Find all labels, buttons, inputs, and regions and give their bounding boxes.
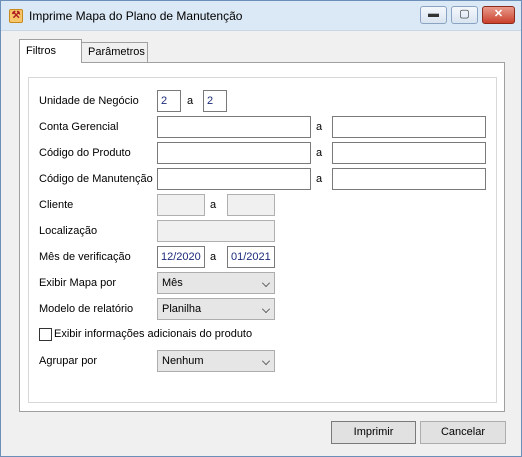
agrupar-select[interactable]: Nenhum bbox=[157, 350, 275, 372]
imprimir-button[interactable]: Imprimir bbox=[331, 421, 416, 444]
filter-group: Unidade de Negócio 2 a 2 Conta Gerencial… bbox=[28, 77, 497, 403]
cliente-from-input[interactable] bbox=[157, 194, 205, 216]
produto-label: Código do Produto bbox=[39, 147, 131, 159]
chevron-down-icon bbox=[262, 357, 270, 365]
cancelar-button[interactable]: Cancelar bbox=[420, 421, 506, 444]
conta-to-input[interactable] bbox=[332, 116, 486, 138]
cliente-label: Cliente bbox=[39, 199, 74, 211]
modelo-select[interactable]: Planilha bbox=[157, 298, 275, 320]
chevron-down-icon bbox=[262, 305, 270, 313]
agrupar-label: Agrupar por bbox=[39, 355, 98, 367]
exibir-mapa-select[interactable]: Mês bbox=[157, 272, 275, 294]
produto-to-input[interactable] bbox=[332, 142, 486, 164]
cliente-to-input[interactable] bbox=[227, 194, 275, 216]
unidade-from-input[interactable]: 2 bbox=[157, 90, 181, 112]
conta-sep: a bbox=[316, 121, 323, 133]
conta-label: Conta Gerencial bbox=[39, 121, 119, 133]
close-button[interactable]: ✕ bbox=[482, 6, 515, 24]
tab-panel: Unidade de Negócio 2 a 2 Conta Gerencial… bbox=[19, 62, 505, 412]
minimize-button[interactable]: ▬ bbox=[420, 6, 447, 24]
dialog-window: ⚒ Imprime Mapa do Plano de Manutenção ▬ … bbox=[0, 0, 522, 457]
unidade-to-input[interactable]: 2 bbox=[203, 90, 227, 112]
exibir-mapa-value: Mês bbox=[162, 277, 183, 289]
tab-parametros[interactable]: Parâmetros bbox=[81, 42, 148, 62]
agrupar-value: Nenhum bbox=[162, 355, 204, 367]
unidade-label: Unidade de Negócio bbox=[39, 95, 139, 107]
tab-filtros[interactable]: Filtros bbox=[19, 39, 82, 63]
exibir-mapa-label: Exibir Mapa por bbox=[39, 277, 117, 289]
mes-from-input[interactable]: 12/2020 bbox=[157, 246, 205, 268]
chevron-down-icon bbox=[262, 279, 270, 287]
manutencao-to-input[interactable] bbox=[332, 168, 486, 190]
localizacao-label: Localização bbox=[39, 225, 98, 237]
conta-from-input[interactable] bbox=[157, 116, 311, 138]
cliente-sep: a bbox=[210, 199, 217, 211]
produto-from-input[interactable] bbox=[157, 142, 311, 164]
mes-label: Mês de verificação bbox=[39, 251, 131, 263]
unidade-sep: a bbox=[187, 95, 194, 107]
mes-to-input[interactable]: 01/2021 bbox=[227, 246, 275, 268]
modelo-label: Modelo de relatório bbox=[39, 303, 134, 315]
maximize-button[interactable]: ▢ bbox=[451, 6, 478, 24]
info-adicional-checkbox[interactable] bbox=[39, 328, 52, 341]
modelo-value: Planilha bbox=[162, 303, 202, 315]
manutencao-label: Código de Manutenção bbox=[39, 173, 153, 185]
window-title: Imprime Mapa do Plano de Manutenção bbox=[29, 9, 243, 23]
manutencao-from-input[interactable] bbox=[157, 168, 311, 190]
localizacao-input[interactable] bbox=[157, 220, 275, 242]
mes-sep: a bbox=[210, 251, 217, 263]
info-adicional-label: Exibir informações adicionais do produto bbox=[54, 328, 253, 340]
produto-sep: a bbox=[316, 147, 323, 159]
app-icon: ⚒ bbox=[9, 9, 23, 23]
title-bar: ⚒ Imprime Mapa do Plano de Manutenção ▬ … bbox=[1, 1, 521, 31]
manutencao-sep: a bbox=[316, 173, 323, 185]
